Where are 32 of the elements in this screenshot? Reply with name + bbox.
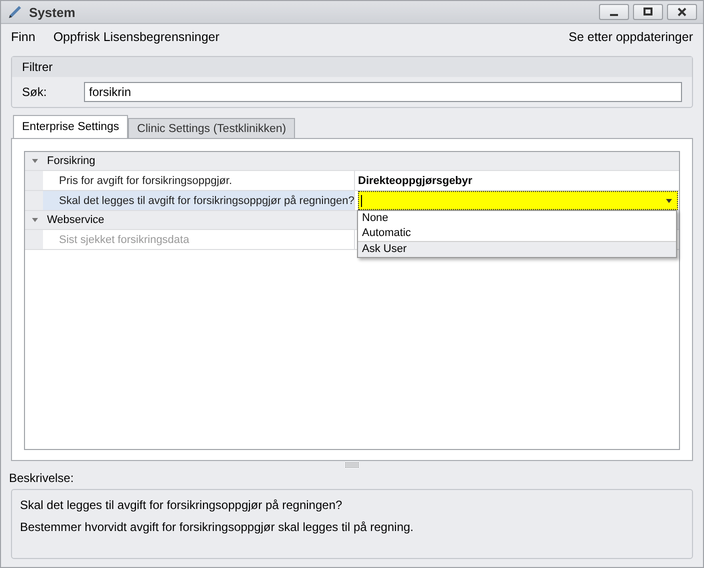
description-label: Beskrivelse: — [8, 470, 75, 487]
menu-item[interactable]: Se etter oppdateringer — [568, 30, 693, 44]
maximize-icon — [643, 7, 653, 17]
description-title: Skal det legges til avgift for forsikringsoppgjør på regningen? — [20, 498, 344, 512]
pen-icon — [7, 4, 23, 20]
window-title: System — [29, 4, 76, 20]
category-label: Webservice — [47, 214, 104, 226]
dropdown-field[interactable] — [358, 191, 678, 210]
dropdown-option[interactable]: Ask User — [358, 241, 676, 257]
description-text: Bestemmer hvorvidt avgift for forsikringsoppgjør skal legges til på regning. — [20, 520, 415, 534]
dropdown-arrow-icon[interactable] — [665, 196, 673, 204]
tab[interactable]: Clinic Settings (Testklinikken) — [128, 118, 296, 138]
property-name[interactable]: Pris for avgift for forsikringsoppgjør. — [43, 171, 355, 190]
close-icon — [677, 7, 687, 17]
minimize-button[interactable] — [599, 4, 629, 20]
collapse-icon[interactable] — [31, 157, 39, 165]
group-title: Filtrer — [12, 57, 692, 77]
dropdown-option[interactable]: None — [358, 211, 676, 226]
collapse-icon[interactable] — [31, 216, 39, 224]
property-value: Direkteoppgjørsgebyr — [358, 174, 472, 186]
close-button[interactable] — [667, 4, 697, 20]
category-label: Forsikring — [47, 155, 96, 167]
tab[interactable]: Enterprise Settings — [13, 115, 128, 138]
minimize-icon — [610, 14, 618, 16]
maximize-button[interactable] — [633, 4, 663, 20]
menu-item[interactable]: Oppfrisk Lisensbegrensninger — [53, 30, 220, 44]
dropdown-option[interactable]: Automatic — [358, 226, 676, 241]
search-label: Søk: — [22, 85, 48, 99]
search-field[interactable]: forsikrin — [84, 82, 682, 102]
splitter-handle[interactable] — [345, 462, 359, 468]
menu-item[interactable]: Finn — [11, 30, 36, 44]
property-name[interactable]: Skal det legges til avgift for forsikringsoppgjør på regningen? — [43, 191, 355, 210]
